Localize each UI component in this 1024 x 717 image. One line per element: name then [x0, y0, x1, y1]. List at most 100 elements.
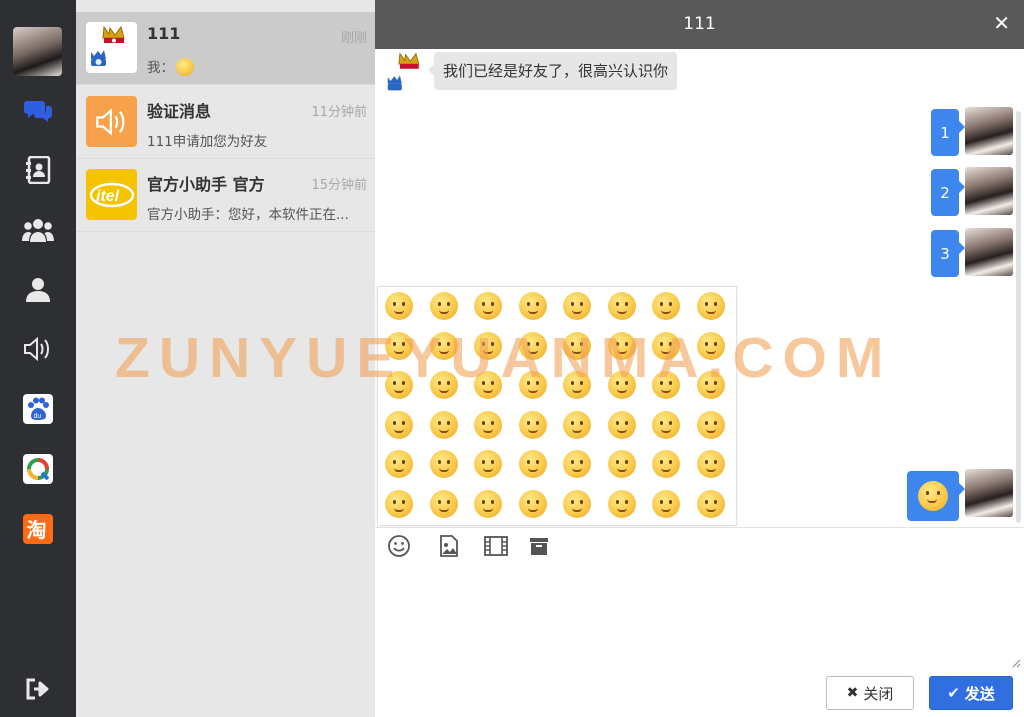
emoji-option[interactable] [429, 489, 458, 518]
scrollbar[interactable] [1016, 111, 1021, 523]
nav-sidebar: du 淘 [0, 0, 76, 717]
speaker-avatar-icon [86, 96, 137, 147]
outgoing-message: 1 [931, 109, 965, 156]
image-icon[interactable] [437, 534, 461, 558]
emoji-option[interactable] [474, 410, 502, 439]
emoji-option[interactable] [607, 489, 636, 518]
check-icon: ✔ [947, 684, 960, 702]
emoji-option[interactable] [429, 331, 458, 360]
emoji-option[interactable] [474, 331, 502, 360]
emoji-option[interactable] [696, 489, 725, 518]
my-avatar[interactable] [965, 469, 1013, 517]
conversation-time: 刚刚 [340, 31, 367, 46]
emoji-option[interactable] [518, 410, 547, 439]
emoji-option[interactable] [563, 371, 591, 399]
close-icon[interactable]: ✕ [993, 11, 1010, 35]
emoji-option[interactable] [563, 292, 591, 320]
emoji-icon[interactable] [387, 534, 411, 558]
conversation-item[interactable]: 111 刚刚 我： [76, 12, 375, 85]
close-icon: ✖ [846, 685, 859, 701]
conversation-name: 验证消息 [147, 102, 212, 121]
emoji-option[interactable] [696, 450, 725, 478]
logout-icon[interactable] [18, 669, 58, 709]
emoji-option[interactable] [652, 292, 680, 320]
emoji-option[interactable] [652, 331, 680, 360]
emoji-option[interactable] [696, 331, 725, 360]
emoji-option[interactable] [696, 371, 725, 399]
svg-text:淘: 淘 [27, 518, 47, 542]
taobao-icon[interactable]: 淘 [18, 509, 58, 549]
emoji-option[interactable] [563, 410, 591, 439]
my-avatar[interactable] [965, 167, 1013, 215]
chat-icon[interactable] [18, 91, 58, 131]
emoji-option[interactable] [607, 410, 636, 439]
emoji-picker [377, 286, 737, 526]
emoji-option[interactable] [696, 292, 725, 320]
emoji-option[interactable] [696, 410, 725, 439]
emoji-option[interactable] [563, 331, 591, 360]
close-button[interactable]: ✖ 关闭 [826, 676, 914, 710]
emoji-option[interactable] [474, 489, 502, 518]
emoji-option[interactable] [518, 292, 547, 320]
conversation-preview: 我： [147, 56, 367, 76]
emoji-option[interactable] [385, 450, 413, 478]
resize-handle-icon[interactable] [1012, 659, 1021, 668]
send-button[interactable]: ✔ 发送 [929, 676, 1013, 710]
emoji-option[interactable] [652, 410, 680, 439]
baidu-icon[interactable]: du [18, 389, 58, 429]
my-avatar[interactable] [13, 27, 62, 76]
incoming-message: 我们已经是好友了，很高兴认识你 [427, 52, 678, 90]
chat-title: 111 [683, 14, 716, 34]
group-icon[interactable] [18, 210, 58, 250]
emoji-option[interactable] [518, 450, 547, 478]
emoji-option[interactable] [385, 371, 413, 399]
emoji-option[interactable] [607, 292, 636, 320]
emoji-option[interactable] [429, 371, 458, 399]
crown-avatar-icon [86, 22, 137, 73]
emoji-option[interactable] [429, 450, 458, 478]
emoji-option[interactable] [563, 489, 591, 518]
my-avatar[interactable] [965, 107, 1013, 155]
itel-logo: itel [86, 169, 137, 220]
emoji-option[interactable] [474, 450, 502, 478]
emoji-option[interactable] [429, 410, 458, 439]
emoji-option[interactable] [518, 331, 547, 360]
friend-avatar[interactable] [383, 49, 431, 97]
emoji-option[interactable] [563, 450, 591, 478]
message-area[interactable]: 我们已经是好友了，很高兴认识你 1 2 3 [375, 49, 1024, 527]
emoji-option[interactable] [385, 410, 413, 439]
user-icon[interactable] [18, 270, 58, 310]
emoji-option[interactable] [652, 450, 680, 478]
speaker-icon[interactable] [18, 329, 58, 369]
conversation-item[interactable]: 验证消息 11分钟前 111申请加您为好友 [76, 86, 375, 159]
emoji-option[interactable] [385, 489, 413, 518]
conversation-item[interactable]: itel 官方小助手 官方 15分钟前 官方小助手：您好，本软件正在... [76, 159, 375, 232]
tencent-news-icon[interactable] [18, 449, 58, 489]
emoji-option[interactable] [474, 292, 502, 320]
video-icon[interactable] [484, 534, 508, 558]
contacts-icon[interactable] [18, 150, 58, 190]
conversation-preview: 111申请加您为好友 [147, 134, 268, 150]
outgoing-message: 3 [931, 230, 965, 277]
my-avatar[interactable] [965, 228, 1013, 276]
emoji-option[interactable] [385, 331, 413, 360]
emoji-option[interactable] [518, 371, 547, 399]
emoji-icon [176, 58, 194, 76]
emoji-option[interactable] [474, 371, 502, 399]
svg-text:du: du [34, 413, 42, 420]
conversation-list: 111 刚刚 我： 验证消息 11分钟前 111申请加您为好友 itel 官方小… [76, 0, 375, 717]
emoji-option[interactable] [429, 292, 458, 320]
message-input[interactable] [375, 564, 1024, 672]
emoji-option[interactable] [385, 292, 413, 320]
emoji-option[interactable] [518, 489, 547, 518]
emoji-option[interactable] [652, 489, 680, 518]
emoji-option[interactable] [607, 371, 636, 399]
outgoing-message: 2 [931, 169, 965, 216]
emoji-option[interactable] [607, 331, 636, 360]
emoji-option[interactable] [607, 450, 636, 478]
chat-window: 111 ✕ 我们已经是好友了，很高兴认识你 1 2 3 ✖ 关闭 ✔ 发送 [375, 0, 1024, 717]
outgoing-emoji-message [907, 471, 965, 521]
file-icon[interactable] [527, 534, 551, 558]
emoji-option[interactable] [652, 371, 680, 399]
conversation-name: 官方小助手 官方 [147, 175, 265, 194]
